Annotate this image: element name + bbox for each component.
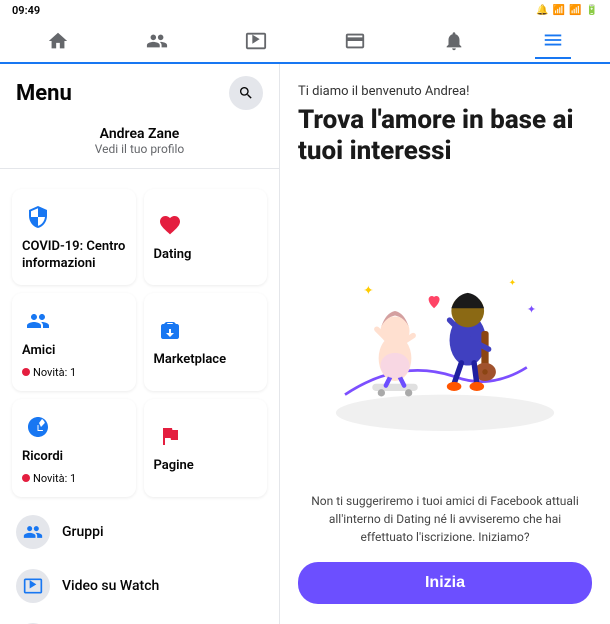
grid-item-ricordi[interactable]: Ricordi Novità: 1 (12, 399, 136, 497)
nav-bell[interactable] (436, 23, 472, 59)
covid-icon (22, 201, 54, 233)
nav-menu[interactable] (535, 23, 571, 59)
profile-link[interactable]: Vedi il tuo profilo (95, 142, 185, 156)
covid-label: COVID-19: Centro informazioni (22, 239, 126, 273)
marketplace-icon (154, 314, 186, 346)
search-button[interactable] (229, 76, 263, 110)
status-icons: 🔔 📶 📶 🔋 (536, 5, 598, 16)
ricordi-icon (22, 411, 54, 443)
menu-item-watch[interactable]: Video su Watch (0, 559, 279, 613)
grid-item-pagine[interactable]: Pagine (144, 399, 268, 497)
gruppi-menu-label: Gruppi (62, 524, 104, 540)
gruppi-menu-icon (16, 515, 50, 549)
friends-icon (22, 305, 54, 337)
menu-item-saved[interactable]: Elementi salvati (0, 613, 279, 624)
ricordi-badge: Novità: 1 (22, 472, 126, 485)
left-panel: Menu Andrea Zane Vedi il tuo profilo (0, 64, 280, 624)
watch-menu-label: Video su Watch (62, 578, 159, 594)
marketplace-label: Marketplace (154, 352, 258, 369)
friends-label: Amici (22, 343, 126, 360)
watch-menu-icon (16, 569, 50, 603)
profile-name: Andrea Zane (100, 126, 180, 142)
dating-welcome: Ti diamo il benvenuto Andrea! (298, 84, 592, 99)
dating-illustration: ✦ ✦ ✦ (298, 179, 592, 482)
nav-friends[interactable] (139, 23, 175, 59)
main-layout: Menu Andrea Zane Vedi il tuo profilo (0, 64, 610, 624)
dating-headline: Trova l'amore in base ai tuoi interessi (298, 105, 592, 167)
nav-watch[interactable] (238, 23, 274, 59)
inizia-button[interactable]: Inizia (298, 562, 592, 604)
menu-title: Menu (16, 81, 72, 106)
dating-label: Dating (154, 247, 258, 264)
svg-text:✦: ✦ (509, 278, 517, 288)
items-grid: COVID-19: Centro informazioni Dating Ami… (0, 189, 279, 497)
friends-badge: Novità: 1 (22, 366, 126, 379)
right-panel: Ti diamo il benvenuto Andrea! Trova l'am… (280, 64, 610, 624)
grid-item-marketplace[interactable]: Marketplace (144, 293, 268, 391)
svg-text:✦: ✦ (363, 283, 374, 298)
pagine-label: Pagine (154, 458, 258, 475)
nav-bar (0, 20, 610, 64)
profile-section[interactable]: Andrea Zane Vedi il tuo profilo (0, 118, 279, 169)
dating-disclaimer: Non ti suggeriremo i tuoi amici di Faceb… (298, 492, 592, 546)
nav-home[interactable] (40, 23, 76, 59)
menu-header: Menu (0, 64, 279, 118)
grid-item-dating[interactable]: Dating (144, 189, 268, 285)
menu-items-list: Gruppi Video su Watch Elementi salvati E… (0, 505, 279, 624)
status-bar: 09:49 🔔 📶 📶 🔋 (0, 0, 610, 20)
dating-icon (154, 209, 186, 241)
grid-item-covid[interactable]: COVID-19: Centro informazioni (12, 189, 136, 285)
status-time: 09:49 (12, 4, 40, 17)
grid-item-friends[interactable]: Amici Novità: 1 (12, 293, 136, 391)
menu-item-gruppi[interactable]: Gruppi (0, 505, 279, 559)
svg-text:✦: ✦ (527, 303, 536, 316)
nav-marketplace[interactable] (337, 23, 373, 59)
pagine-icon (154, 420, 186, 452)
ricordi-label: Ricordi (22, 449, 126, 466)
